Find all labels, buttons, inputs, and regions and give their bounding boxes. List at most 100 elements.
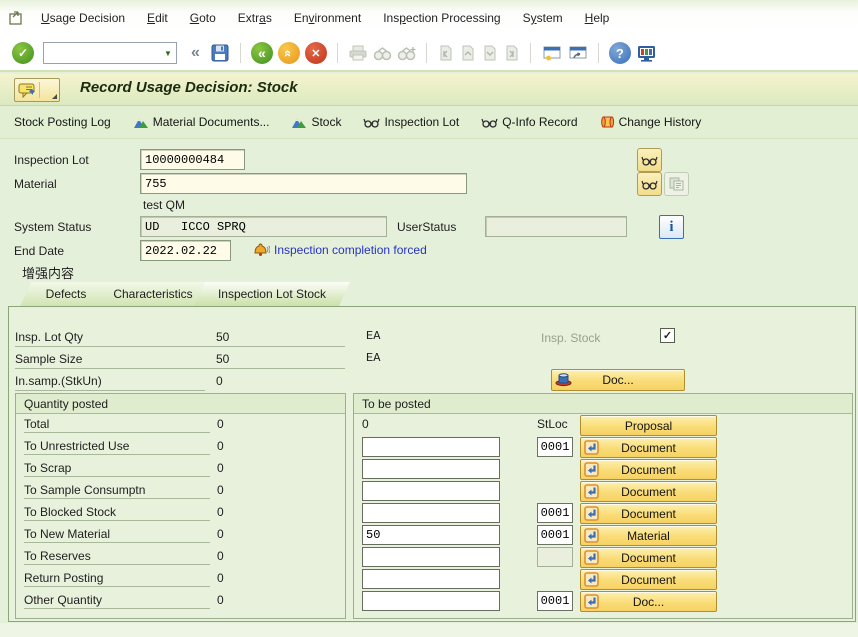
save-icon[interactable]	[210, 43, 230, 63]
document-button[interactable]: Document	[580, 437, 717, 458]
post-document-icon	[584, 506, 599, 521]
gui-status-menu-button[interactable]	[14, 78, 60, 102]
cancel-icon[interactable]: ✕	[305, 42, 327, 64]
post-document-icon	[584, 572, 599, 587]
q-info-record-button[interactable]: Q-Info Record	[481, 115, 577, 129]
previous-page-icon[interactable]	[459, 44, 476, 62]
material-label: Material	[14, 177, 57, 191]
document-button[interactable]: Document	[580, 481, 717, 502]
material-field[interactable]	[140, 173, 467, 194]
next-page-icon[interactable]	[481, 44, 498, 62]
window-page-icon[interactable]	[8, 10, 24, 26]
status-info-button[interactable]: i	[659, 215, 684, 239]
qty-input-unrestricted[interactable]	[362, 437, 500, 457]
first-page-icon[interactable]	[437, 44, 454, 62]
stloc-input[interactable]	[537, 503, 573, 523]
mountain-icon	[291, 116, 307, 129]
change-history-button[interactable]: Change History	[600, 115, 702, 129]
inspection-lot-label: Inspection Lot	[14, 153, 89, 167]
menu-help[interactable]: Help	[574, 8, 621, 28]
document-button[interactable]: Document	[580, 547, 717, 568]
qty-input-scrap[interactable]	[362, 459, 500, 479]
stock-button[interactable]: Stock	[291, 115, 341, 129]
qty-row: Total0	[16, 414, 345, 436]
create-shortcut-icon[interactable]	[567, 45, 588, 62]
insp-stock-checkbox[interactable]: ✓	[660, 328, 675, 343]
print-icon[interactable]	[348, 44, 368, 62]
toolbar-separator	[530, 43, 531, 63]
inspection-lot-button[interactable]: Inspection Lot	[363, 115, 459, 129]
collapse-toolbar-icon[interactable]: «	[191, 44, 200, 62]
warning-bell-icon	[252, 241, 270, 257]
document-button[interactable]: Document	[580, 503, 717, 524]
document-button[interactable]: Document	[580, 459, 717, 480]
post-document-icon	[584, 462, 599, 477]
proposal-button[interactable]: Proposal	[580, 415, 717, 436]
stloc-input[interactable]	[537, 525, 573, 545]
back-icon[interactable]: «	[251, 42, 273, 64]
menu-edit[interactable]: Edit	[136, 8, 179, 28]
menu-environment[interactable]: Environment	[283, 8, 372, 28]
material-info-button[interactable]	[664, 172, 689, 196]
qty-input-sample-consumption[interactable]	[362, 481, 500, 501]
glasses-icon	[641, 179, 658, 190]
inspection-lot-display-button[interactable]	[637, 148, 662, 172]
enter-icon[interactable]: ✓	[12, 42, 34, 64]
stock-posting-log-button[interactable]: Stock Posting Log	[14, 115, 111, 129]
menu-inspection-processing[interactable]: Inspection Processing	[372, 8, 511, 28]
qty-input-reserves[interactable]	[362, 547, 500, 567]
end-date-field[interactable]	[140, 240, 231, 261]
stloc-input[interactable]	[537, 591, 573, 611]
qty-input-other[interactable]	[362, 591, 500, 611]
sample-size-value: 50	[216, 352, 229, 366]
find-next-icon[interactable]	[397, 46, 416, 61]
tab-inspection-lot-stock[interactable]: Inspection Lot Stock	[194, 282, 350, 306]
stloc-input-readonly	[537, 547, 573, 567]
tab-defects[interactable]: Defects	[20, 282, 112, 306]
sample-size-label: Sample Size	[15, 352, 82, 366]
in-sample-value: 0	[216, 374, 223, 388]
exit-icon[interactable]: «	[278, 42, 300, 64]
command-field[interactable]	[44, 44, 160, 62]
toolbar-separator	[240, 43, 241, 63]
material-display-button[interactable]	[637, 172, 662, 196]
title-bar: Record Usage Decision: Stock	[0, 74, 858, 106]
speech-bubble-icon	[18, 83, 36, 98]
page-title: Record Usage Decision: Stock	[80, 79, 298, 96]
post-document-icon	[584, 550, 599, 565]
help-icon[interactable]: ?	[609, 42, 631, 64]
stloc-input[interactable]	[537, 437, 573, 457]
doc-button-top[interactable]: Doc...	[551, 369, 685, 391]
command-dropdown-icon[interactable]: ▼	[160, 49, 176, 58]
stloc-header: StLoc	[537, 417, 568, 431]
last-page-icon[interactable]	[503, 44, 520, 62]
find-icon[interactable]	[373, 46, 392, 61]
menu-goto[interactable]: Goto	[179, 8, 227, 28]
inspection-lot-field[interactable]	[140, 149, 245, 170]
inspection-warning-text: Inspection completion forced	[274, 243, 427, 257]
system-status-field	[140, 216, 387, 237]
dropdown-corner-icon	[52, 94, 57, 99]
insp-stock-label: Insp. Stock	[541, 331, 600, 345]
status-strip	[0, 623, 858, 637]
doc-button-bottom[interactable]: Doc...	[580, 591, 717, 612]
customize-layout-icon[interactable]	[636, 44, 657, 63]
menu-usage-decision[interactable]: Usage Decision	[30, 8, 136, 28]
new-session-icon[interactable]	[541, 45, 562, 62]
qty-row: Return Posting0	[16, 568, 345, 590]
material-button[interactable]: Material	[580, 525, 717, 546]
post-document-icon	[584, 484, 599, 499]
menu-bar: Usage Decision Edit Goto Extras Environm…	[0, 0, 858, 36]
standard-toolbar: ✓ ▼ « « « ✕ ?	[0, 36, 858, 72]
qty-row: To Unrestricted Use0	[16, 436, 345, 458]
to-be-posted-group: To be posted 0 StLoc Proposal Document D…	[353, 393, 853, 619]
qty-input-new-material[interactable]	[362, 525, 500, 545]
qty-input-return-posting[interactable]	[362, 569, 500, 589]
menu-extras[interactable]: Extras	[227, 8, 283, 28]
qty-input-blocked-stock[interactable]	[362, 503, 500, 523]
tab-characteristics[interactable]: Characteristics	[100, 282, 206, 306]
document-button[interactable]: Document	[580, 569, 717, 590]
summary-row: In.samp.(StkUn) 0	[15, 371, 355, 393]
menu-system[interactable]: System	[512, 8, 574, 28]
material-documents-button[interactable]: Material Documents...	[133, 115, 270, 129]
